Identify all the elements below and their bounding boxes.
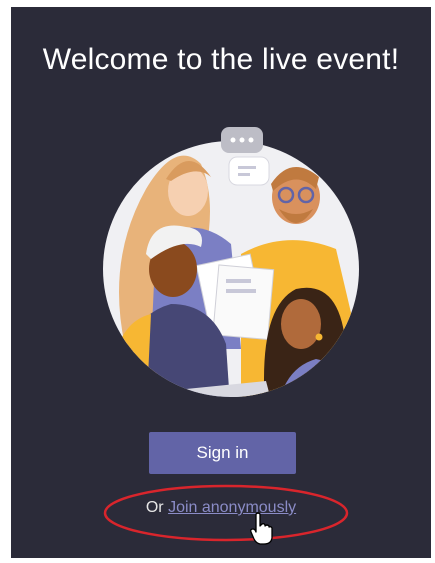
hand-pointer-icon xyxy=(250,512,273,545)
welcome-panel: Welcome to the live event! Sign in Or Jo… xyxy=(11,7,431,558)
page-title: Welcome to the live event! xyxy=(42,43,400,76)
sign-in-button[interactable]: Sign in xyxy=(149,432,296,474)
people-illustration xyxy=(103,127,359,397)
join-anonymously-link[interactable]: Join anonymously xyxy=(168,499,296,516)
or-label: Or xyxy=(145,499,169,516)
join-anonymously-row: Or Join anonymously xyxy=(11,499,431,517)
